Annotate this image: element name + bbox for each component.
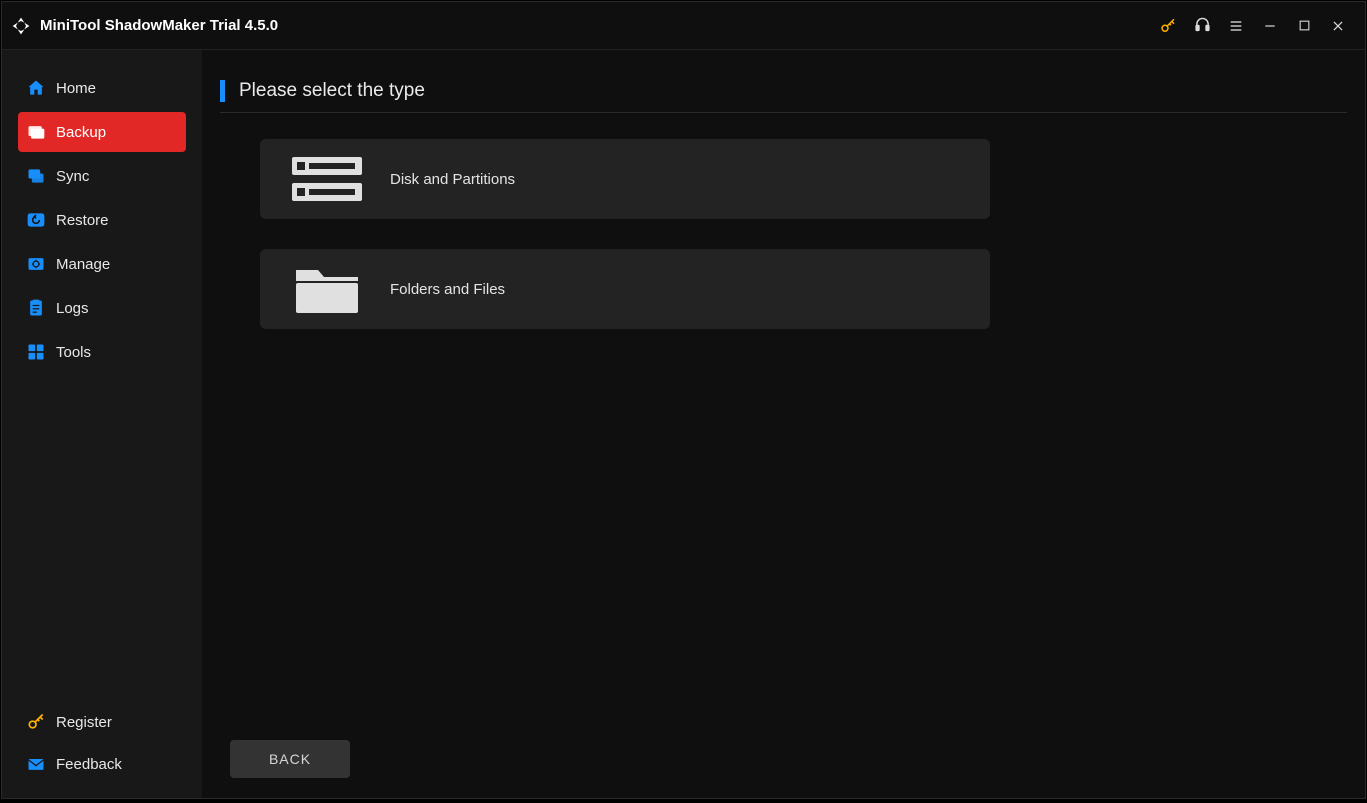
folder-icon — [290, 261, 364, 317]
sidebar-item-manage[interactable]: Manage — [18, 244, 186, 284]
page-title: Please select the type — [239, 80, 425, 102]
back-button[interactable]: BACK — [230, 740, 350, 778]
app-window: MiniTool ShadowMaker Trial 4.5.0 — [1, 1, 1366, 799]
sidebar-item-label: Register — [56, 714, 112, 731]
page-header: Please select the type — [220, 80, 1347, 113]
sidebar-item-feedback[interactable]: Feedback — [18, 744, 186, 784]
sync-icon — [26, 166, 46, 186]
option-label: Disk and Partitions — [390, 171, 515, 188]
sidebar-item-label: Restore — [56, 212, 109, 229]
restore-icon — [26, 210, 46, 230]
sidebar-item-restore[interactable]: Restore — [18, 200, 186, 240]
sidebar-item-sync[interactable]: Sync — [18, 156, 186, 196]
sidebar-item-tools[interactable]: Tools — [18, 332, 186, 372]
main-panel: Please select the type Disk — [202, 50, 1365, 798]
backup-icon — [26, 122, 46, 142]
sidebar-item-register[interactable]: Register — [18, 702, 186, 742]
sidebar-item-home[interactable]: Home — [18, 68, 186, 108]
sidebar-item-label: Feedback — [56, 756, 122, 773]
header-marker — [220, 80, 225, 102]
close-icon[interactable] — [1321, 9, 1355, 43]
logs-icon — [26, 298, 46, 318]
mail-icon — [26, 754, 46, 774]
register-key-icon[interactable] — [1151, 9, 1185, 43]
sidebar-item-label: Logs — [56, 300, 89, 317]
support-icon[interactable] — [1185, 9, 1219, 43]
key-icon — [26, 712, 46, 732]
manage-icon — [26, 254, 46, 274]
sidebar-item-logs[interactable]: Logs — [18, 288, 186, 328]
home-icon — [26, 78, 46, 98]
sidebar-item-label: Manage — [56, 256, 110, 273]
sidebar-item-label: Sync — [56, 168, 89, 185]
app-logo-icon — [10, 15, 32, 37]
sidebar-item-label: Backup — [56, 124, 106, 141]
option-label: Folders and Files — [390, 281, 505, 298]
menu-icon[interactable] — [1219, 9, 1253, 43]
sidebar: Home Backup Sync Restore — [2, 50, 202, 798]
maximize-icon[interactable] — [1287, 9, 1321, 43]
footer: BACK — [220, 740, 1347, 786]
app-title: MiniTool ShadowMaker Trial 4.5.0 — [40, 17, 278, 34]
sidebar-item-label: Tools — [56, 344, 91, 361]
sidebar-item-backup[interactable]: Backup — [18, 112, 186, 152]
tools-icon — [26, 342, 46, 362]
option-list: Disk and Partitions Folders and Files — [220, 139, 1347, 329]
titlebar: MiniTool ShadowMaker Trial 4.5.0 — [2, 2, 1365, 50]
option-disk-and-partitions[interactable]: Disk and Partitions — [260, 139, 990, 219]
disk-icon — [290, 151, 364, 207]
minimize-icon[interactable] — [1253, 9, 1287, 43]
sidebar-item-label: Home — [56, 80, 96, 97]
option-folders-and-files[interactable]: Folders and Files — [260, 249, 990, 329]
